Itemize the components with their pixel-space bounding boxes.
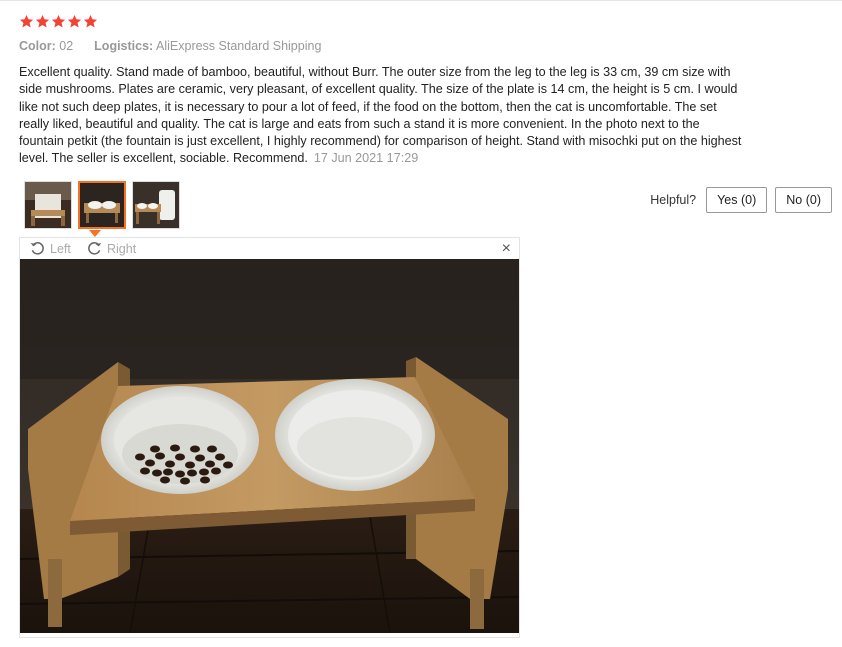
photo-thumbnail-image xyxy=(25,182,71,228)
rotate-right-icon xyxy=(88,242,102,255)
color-value: 02 xyxy=(59,39,74,53)
review-body: Excellent quality. Stand made of bamboo,… xyxy=(19,64,744,168)
star-icon xyxy=(67,14,82,28)
star-icon xyxy=(19,14,34,28)
review-photo-image xyxy=(20,259,519,633)
review-photo xyxy=(20,259,519,633)
photo-viewer: Left Right × xyxy=(19,237,520,638)
photo-thumbnail-image xyxy=(133,182,179,228)
rating-stars xyxy=(19,14,98,34)
helpful-section: Helpful? Yes (0) No (0) xyxy=(650,187,832,213)
thumbnail-3[interactable] xyxy=(132,181,180,229)
helpful-label: Helpful? xyxy=(650,193,697,207)
photo-thumbnails xyxy=(24,181,180,229)
star-icon xyxy=(51,14,66,28)
photo-thumbnail-image xyxy=(80,183,124,227)
top-divider xyxy=(0,0,842,1)
rotate-left-button[interactable]: Left xyxy=(29,240,71,257)
star-icon xyxy=(83,14,98,28)
thumbnail-pointer-icon xyxy=(89,230,101,237)
review-meta: Color: 02 Logistics: AliExpress Standard… xyxy=(19,39,321,53)
rotate-right-button[interactable]: Right xyxy=(86,240,136,257)
thumbnail-1[interactable] xyxy=(24,181,72,229)
close-icon[interactable]: × xyxy=(502,240,511,257)
viewer-toolbar: Left Right × xyxy=(20,238,519,259)
color-label: Color: xyxy=(19,39,56,53)
star-icon xyxy=(35,14,50,28)
thumbnail-2[interactable] xyxy=(78,181,126,229)
logistics-value: AliExpress Standard Shipping xyxy=(156,39,322,53)
rotate-left-icon xyxy=(30,242,44,255)
review-date: 17 Jun 2021 17:29 xyxy=(313,151,419,166)
helpful-no-button[interactable]: No (0) xyxy=(775,187,832,213)
rotate-left-label: Left xyxy=(50,241,71,256)
helpful-yes-button[interactable]: Yes (0) xyxy=(706,187,768,213)
logistics-label: Logistics: xyxy=(94,39,154,53)
rotate-right-label: Right xyxy=(107,241,137,256)
